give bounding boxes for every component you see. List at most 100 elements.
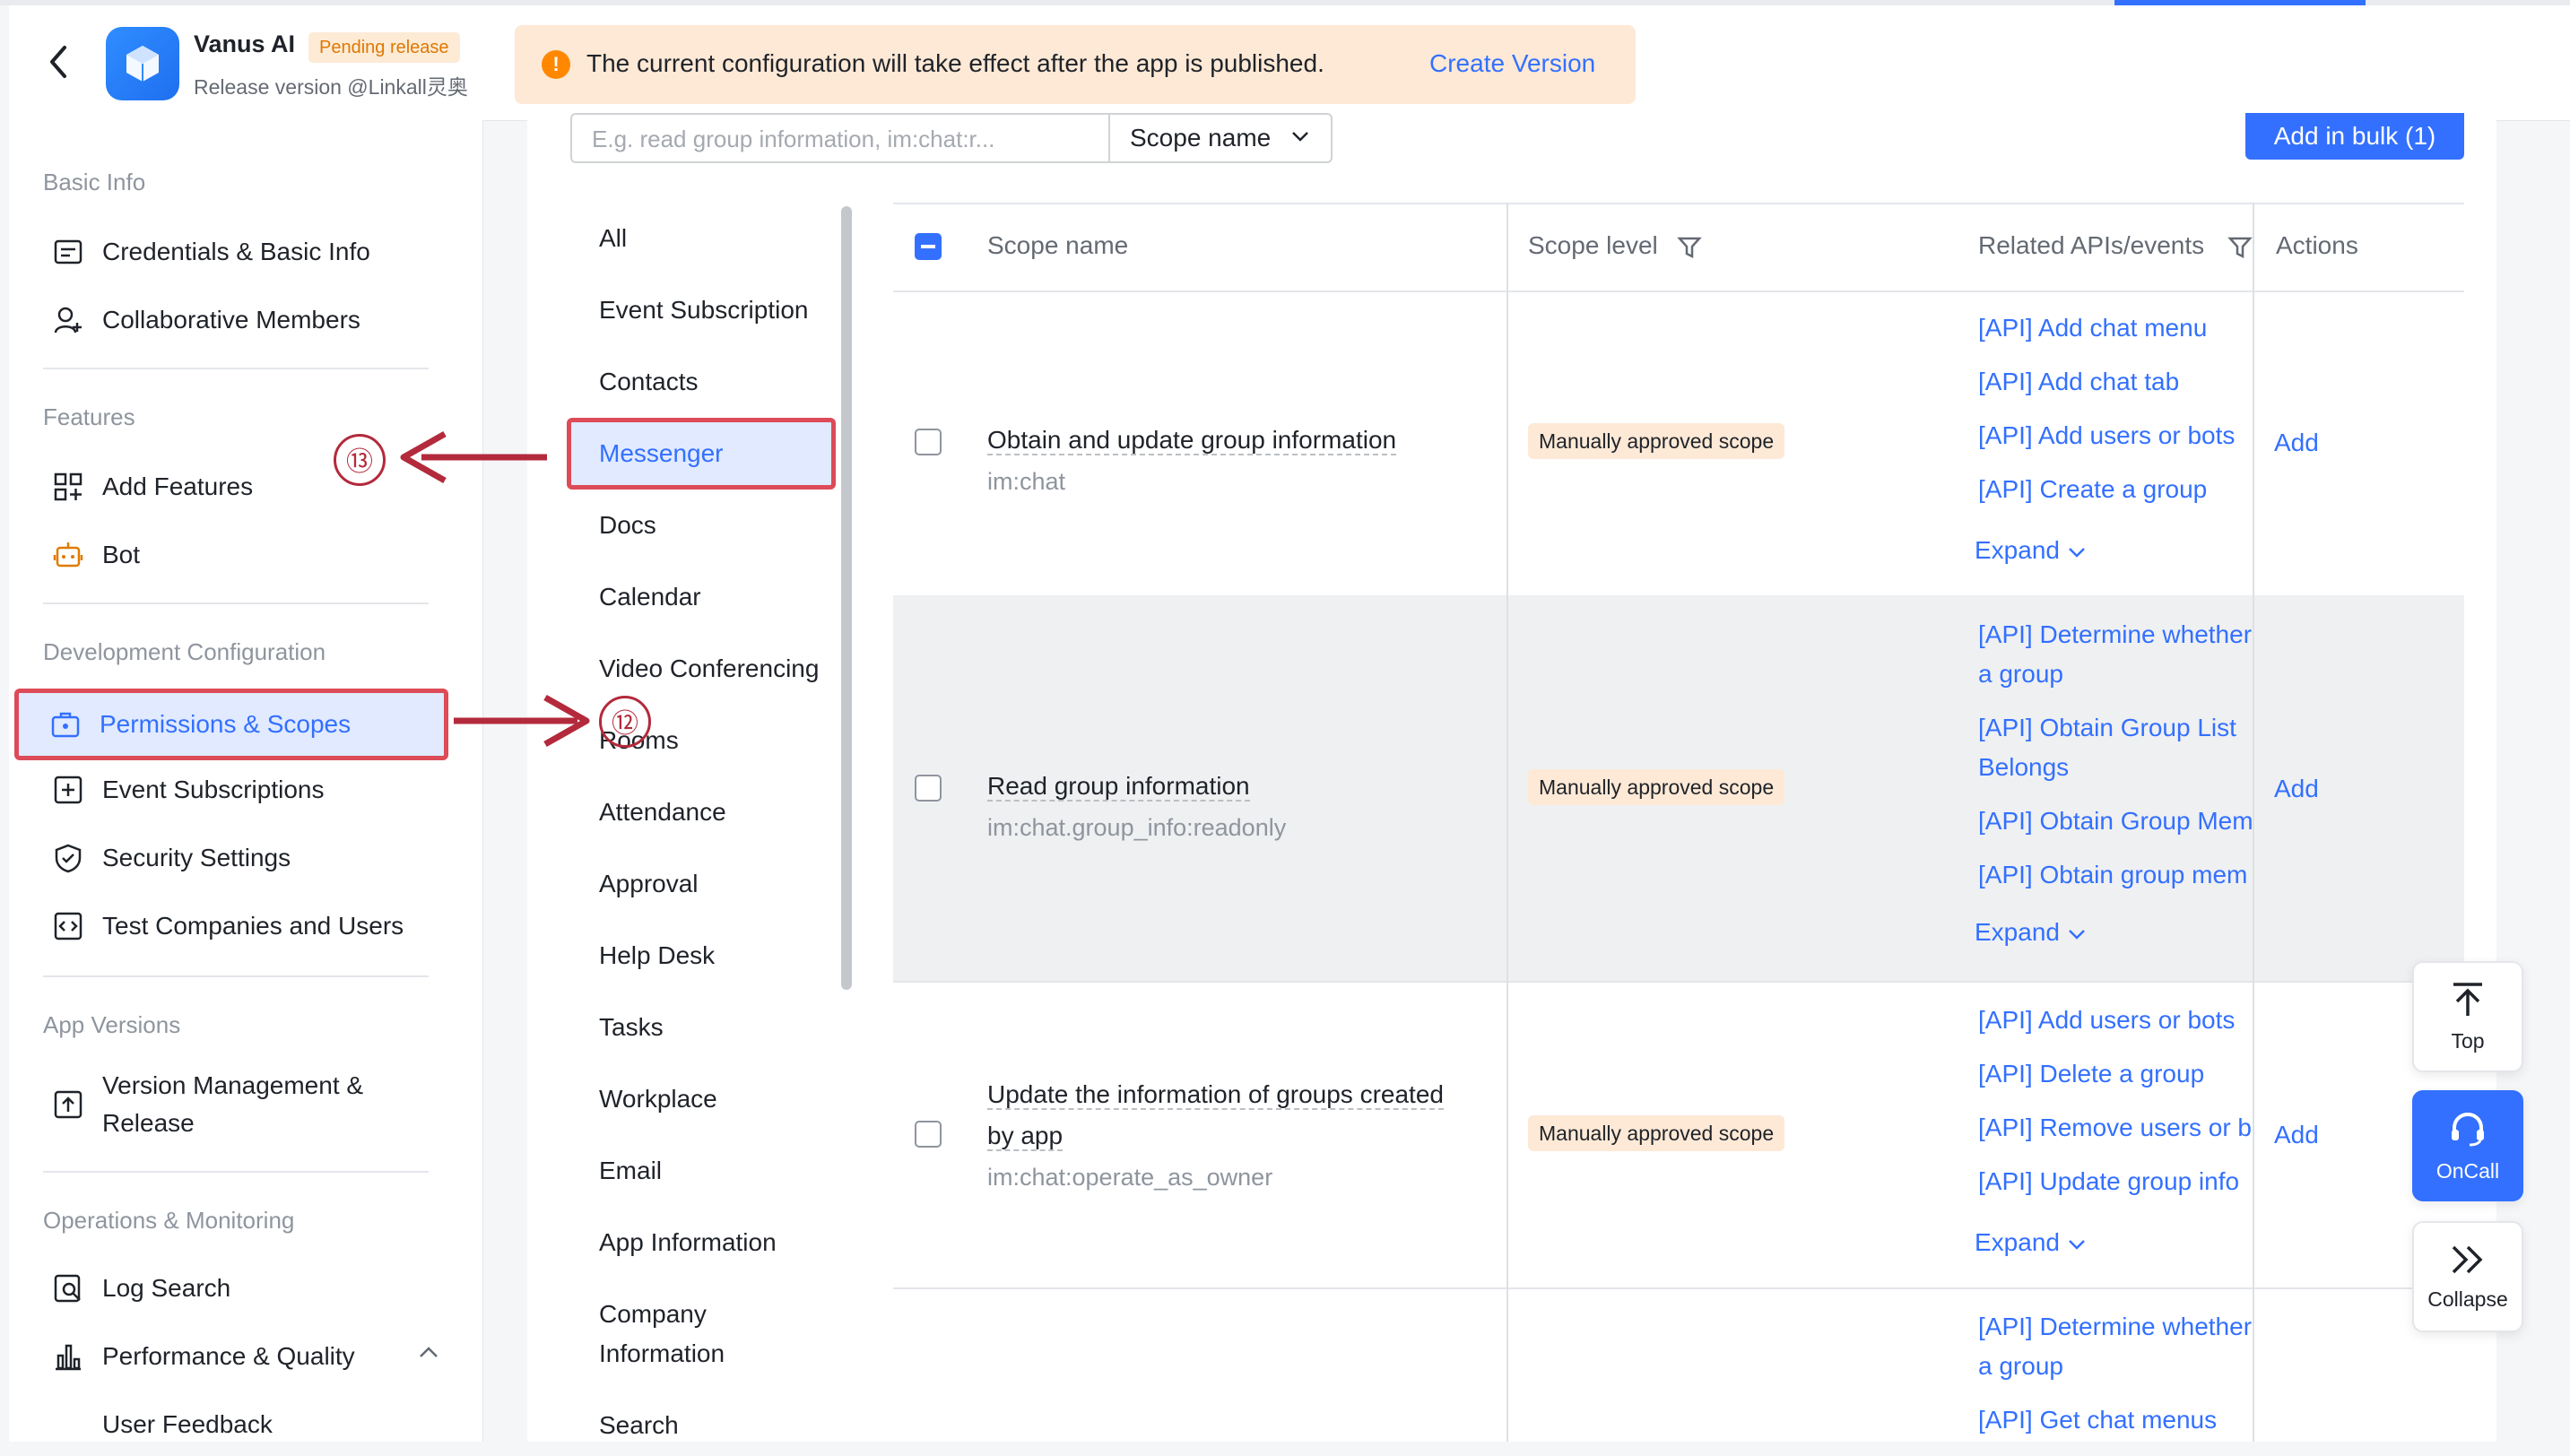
api-link[interactable]: [API] Update group info <box>1978 1162 2253 1201</box>
add-scope-button[interactable]: Add <box>2274 1121 2319 1149</box>
api-link[interactable]: [API] Add chat menu <box>1978 308 2253 348</box>
status-badge: Pending release <box>308 32 460 63</box>
api-link[interactable]: [API] Add users or bots <box>1978 416 2253 455</box>
expand-link[interactable]: Expand <box>1975 918 2087 947</box>
divider <box>43 975 429 977</box>
category-company-information[interactable]: Company Information <box>599 1295 778 1374</box>
sidebar-item-collaborative-members[interactable]: Collaborative Members <box>22 289 448 351</box>
category-attendance[interactable]: Attendance <box>599 793 726 832</box>
add-in-bulk-button[interactable]: Add in bulk (1) <box>2245 113 2464 160</box>
app-logo-icon <box>106 27 179 100</box>
arrow-up-icon <box>2448 980 2488 1024</box>
category-messenger[interactable]: Messenger <box>599 434 724 473</box>
row-checkbox[interactable] <box>915 775 942 802</box>
scope-select[interactable]: Scope name <box>1108 113 1333 163</box>
category-tasks[interactable]: Tasks <box>599 1008 664 1047</box>
search-input[interactable] <box>590 115 1096 163</box>
related-apis: [API] Determine whether a group [API] Ge… <box>1978 1307 2253 1440</box>
api-link[interactable]: [API] Determine whether <box>1978 615 2253 654</box>
oncall-button[interactable]: OnCall <box>2412 1090 2523 1201</box>
sidebar-item-label: Add Features <box>102 472 254 500</box>
category-docs[interactable]: Docs <box>599 506 656 545</box>
header-related-apis: Related APIs/events <box>1978 231 2205 259</box>
divider <box>43 602 429 604</box>
sidebar-item-label: Credentials & Basic Info <box>102 238 370 265</box>
api-link[interactable]: a group <box>1978 654 2253 694</box>
collapse-button[interactable]: Collapse <box>2412 1221 2523 1332</box>
row-checkbox[interactable] <box>915 429 942 455</box>
category-workplace[interactable]: Workplace <box>599 1079 717 1119</box>
api-link[interactable]: a group <box>1978 1347 2253 1386</box>
add-scope-button[interactable]: Add <box>2274 775 2319 803</box>
sidebar-item-event-subscriptions[interactable]: Event Subscriptions <box>22 758 448 821</box>
sidebar-item-label: Permissions & Scopes <box>100 710 352 738</box>
sidebar-item-label: User Feedback <box>102 1410 273 1438</box>
add-features-icon <box>50 469 86 505</box>
scope-level-tag: Manually approved scope <box>1528 769 1785 805</box>
shield-icon <box>50 840 86 876</box>
back-arrow-icon[interactable] <box>36 39 81 84</box>
annotation-label-12: ⑫ <box>599 696 651 748</box>
credentials-icon <box>50 234 86 270</box>
category-scrollbar[interactable] <box>841 206 852 990</box>
expand-link[interactable]: Expand <box>1975 1228 2087 1257</box>
sidebar-item-bot[interactable]: Bot <box>22 524 448 586</box>
category-app-information[interactable]: App Information <box>599 1223 777 1262</box>
back-to-top-button[interactable]: Top <box>2412 961 2523 1072</box>
api-link[interactable]: [API] Add users or bots <box>1978 1001 2253 1040</box>
header-actions: Actions <box>2276 231 2358 259</box>
sidebar-item-security-settings[interactable]: Security Settings <box>22 827 448 889</box>
top-label: Top <box>2451 1029 2485 1053</box>
sidebar-item-log-search[interactable]: Log Search <box>22 1257 448 1320</box>
sidebar-item-user-feedback[interactable]: User Feedback <box>22 1393 448 1456</box>
sidebar-item-version-management[interactable]: Version Management & Release <box>22 1062 448 1148</box>
create-version-link[interactable]: Create Version <box>1429 49 1595 78</box>
api-link[interactable]: [API] Obtain group mem <box>1978 855 2253 895</box>
select-all-checkbox[interactable] <box>915 233 942 260</box>
headset-icon <box>2447 1108 2488 1154</box>
api-link[interactable]: [API] Get chat menus <box>1978 1400 2253 1440</box>
category-video-conferencing[interactable]: Video Conferencing <box>599 649 819 689</box>
scope-level-tag: Manually approved scope <box>1528 1115 1785 1151</box>
table-row: Update the information of groups created… <box>893 981 2464 1289</box>
sidebar-item-label: Test Companies and Users <box>102 912 404 940</box>
api-link[interactable]: [API] Create a group <box>1978 470 2253 509</box>
api-link[interactable]: [API] Delete a group <box>1978 1054 2253 1094</box>
category-event-subscription[interactable]: Event Subscription <box>599 290 808 330</box>
sidebar-item-label: Collaborative Members <box>102 306 360 334</box>
sidebar-item-label: Performance & Quality <box>102 1342 355 1370</box>
related-apis: [API] Determine whether a group [API] Ob… <box>1978 615 2253 895</box>
category-email[interactable]: Email <box>599 1151 662 1191</box>
sidebar-item-test-companies[interactable]: Test Companies and Users <box>22 895 448 958</box>
sidebar-item-label: Version Management & Release <box>102 1071 364 1137</box>
section-title-basic-info: Basic Info <box>43 169 146 195</box>
header-scope-name: Scope name <box>987 231 1129 259</box>
scope-name: Obtain and update group information <box>987 426 1397 455</box>
log-search-icon <box>50 1270 86 1306</box>
category-search[interactable]: Search <box>599 1406 679 1445</box>
expand-link[interactable]: Expand <box>1975 536 2087 565</box>
sidebar-item-permissions[interactable]: Permissions & Scopes <box>14 689 448 760</box>
api-link[interactable]: [API] Obtain Group List <box>1978 708 2253 748</box>
chevron-up-icon[interactable] <box>418 1345 439 1364</box>
add-scope-button[interactable]: Add <box>2274 429 2319 457</box>
api-link[interactable]: [API] Obtain Group Mem <box>1978 802 2253 841</box>
chevron-down-icon <box>1290 130 1310 147</box>
category-approval[interactable]: Approval <box>599 864 699 904</box>
sidebar-item-performance[interactable]: Performance & Quality <box>22 1325 448 1388</box>
api-link[interactable]: [API] Determine whether <box>1978 1307 2253 1347</box>
section-title-development-configuration: Development Configuration <box>43 638 326 665</box>
filter-icon[interactable] <box>2227 235 2253 264</box>
api-link[interactable]: [API] Add chat tab <box>1978 362 2253 402</box>
category-help-desk[interactable]: Help Desk <box>599 936 715 975</box>
row-checkbox[interactable] <box>915 1121 942 1148</box>
category-calendar[interactable]: Calendar <box>599 577 701 617</box>
api-link[interactable]: [API] Remove users or b <box>1978 1108 2253 1148</box>
test-companies-icon <box>50 908 86 944</box>
api-link[interactable]: Belongs <box>1978 748 2253 787</box>
category-contacts[interactable]: Contacts <box>599 362 699 402</box>
filter-icon[interactable] <box>1677 235 1702 264</box>
related-apis: [API] Add chat menu [API] Add chat tab [… <box>1978 308 2253 509</box>
category-all[interactable]: All <box>599 219 627 258</box>
sidebar-item-credentials[interactable]: Credentials & Basic Info <box>22 221 448 283</box>
